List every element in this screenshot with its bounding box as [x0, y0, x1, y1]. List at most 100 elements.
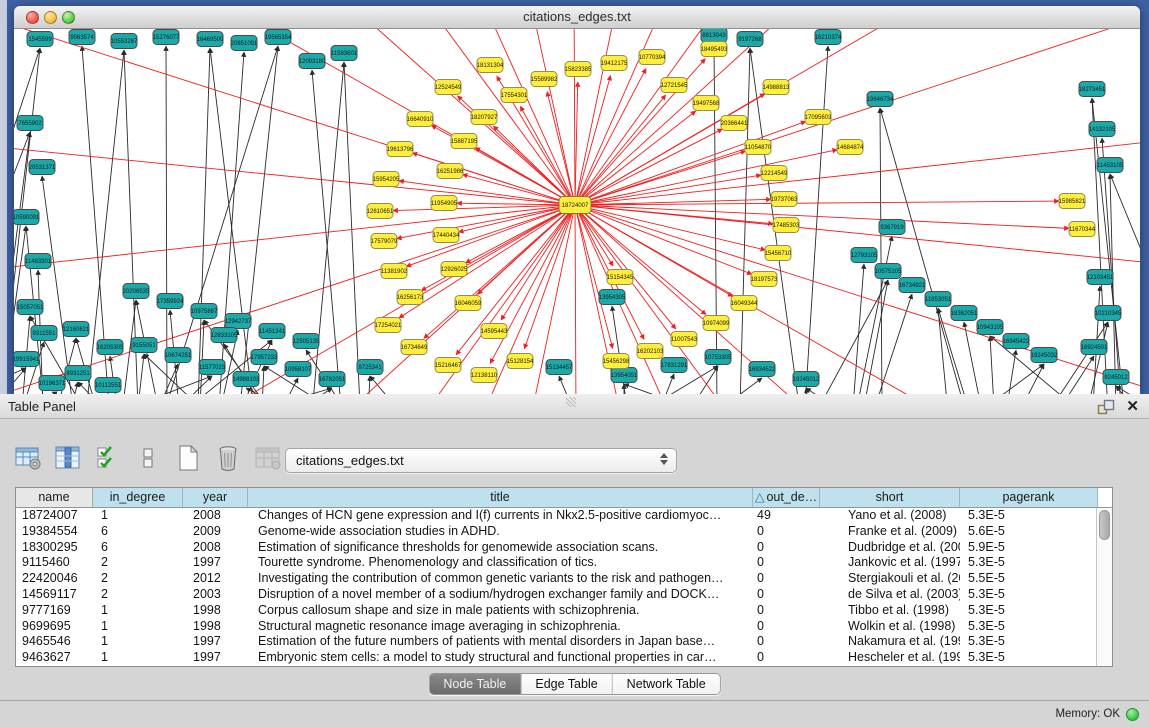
- graph-node[interactable]: 16469500: [197, 32, 224, 47]
- graph-node[interactable]: 16210374: [815, 30, 842, 45]
- graph-node[interactable]: 14988103: [233, 372, 260, 387]
- graph-node[interactable]: 16945422: [1003, 334, 1030, 349]
- graph-edge[interactable]: [853, 264, 864, 394]
- table-cell[interactable]: 0: [753, 587, 820, 603]
- graph-edge[interactable]: [459, 205, 575, 232]
- table-cell[interactable]: 1997: [183, 555, 248, 571]
- table-cell[interactable]: 0: [753, 555, 820, 571]
- graph-node[interactable]: 15128154: [507, 354, 534, 369]
- table-cell[interactable]: Dudbridge et al. (2008): [820, 540, 960, 556]
- graph-node[interactable]: 12926025: [441, 262, 468, 277]
- graph-node[interactable]: 15154345: [607, 270, 634, 285]
- graph-node[interactable]: 15985821: [1059, 194, 1086, 209]
- show-columns-icon[interactable]: [52, 443, 83, 474]
- graph-node[interactable]: 10958107: [285, 362, 312, 377]
- graph-node[interactable]: 19737063: [771, 192, 798, 207]
- graph-edge[interactable]: [575, 94, 765, 205]
- graph-node[interactable]: 18273451: [1079, 82, 1106, 97]
- table-cell[interactable]: 1: [93, 634, 183, 650]
- graph-edge[interactable]: [42, 176, 73, 394]
- graph-edge[interactable]: [575, 205, 676, 329]
- table-cell[interactable]: 19384554: [16, 524, 93, 540]
- table-cell[interactable]: 1: [93, 508, 183, 524]
- graph-node[interactable]: 11583601: [331, 46, 358, 61]
- graph-node[interactable]: 10770394: [639, 50, 666, 65]
- table-cell[interactable]: Stergiakouli et al. (2012): [820, 571, 960, 587]
- tab-node-table[interactable]: Node Table: [429, 674, 521, 694]
- table-row[interactable]: 946554611997Estimation of the future num…: [16, 634, 1096, 650]
- graph-node[interactable]: 16734649: [401, 340, 428, 355]
- table-row[interactable]: 977716911998Corpus callosum shape and si…: [16, 603, 1096, 619]
- graph-node[interactable]: 11381902: [381, 264, 408, 279]
- graph-edge[interactable]: [575, 205, 706, 315]
- graph-node[interactable]: 11577023: [199, 360, 226, 375]
- graph-node[interactable]: 10196371: [39, 376, 66, 391]
- graph-node[interactable]: 11453105: [1097, 158, 1124, 173]
- graph-node[interactable]: 10210345: [1095, 306, 1122, 321]
- graph-node[interactable]: 10943105: [977, 320, 1004, 335]
- graph-edge[interactable]: [575, 205, 613, 266]
- table-cell[interactable]: 0: [753, 540, 820, 556]
- table-cell[interactable]: Embryonic stem cells: a model to study s…: [248, 650, 753, 666]
- graph-node[interactable]: 17359924: [157, 294, 184, 309]
- graph-node[interactable]: 17579079: [371, 234, 398, 249]
- graph-node[interactable]: 9197268: [737, 32, 763, 47]
- graph-node[interactable]: 10753305: [705, 350, 732, 365]
- graph-edge[interactable]: [938, 308, 948, 394]
- graph-edge[interactable]: [624, 384, 704, 394]
- graph-edge[interactable]: [399, 181, 575, 205]
- table-cell[interactable]: 2009: [183, 524, 248, 540]
- table-cell[interactable]: Corpus callosum shape and size in male p…: [248, 603, 753, 619]
- table-cell[interactable]: 2003: [183, 587, 248, 603]
- table-cell[interactable]: 6: [93, 540, 183, 556]
- graph-node[interactable]: 18197573: [751, 272, 778, 287]
- table-cell[interactable]: 5.3E-5: [960, 619, 1096, 635]
- table-cell[interactable]: 1998: [183, 619, 248, 635]
- table-cell[interactable]: Genome-wide association studies in ADHD.: [248, 524, 753, 540]
- graph-node[interactable]: 11853051: [925, 292, 952, 307]
- network-window-titlebar[interactable]: citations_edges.txt: [14, 6, 1140, 29]
- table-cell[interactable]: 5.3E-5: [960, 603, 1096, 619]
- graph-node[interactable]: 13954051: [611, 368, 638, 383]
- table-cell[interactable]: 6: [93, 524, 183, 540]
- graph-node[interactable]: 9367919: [879, 220, 905, 235]
- table-cell[interactable]: 9465546: [16, 634, 93, 650]
- graph-edge[interactable]: [1007, 350, 1016, 394]
- graph-node[interactable]: 15954205: [373, 172, 400, 187]
- table-cell[interactable]: 49: [753, 508, 820, 524]
- graph-node[interactable]: 15276077: [153, 30, 180, 45]
- graph-edge[interactable]: [138, 354, 144, 394]
- table-cell[interactable]: 0: [753, 603, 820, 619]
- graph-node[interactable]: 17957233: [251, 350, 278, 365]
- column-header-pagerank[interactable]: pagerank: [960, 488, 1098, 507]
- graph-node[interactable]: 12942737: [225, 314, 252, 329]
- graph-node[interactable]: 12505135: [293, 334, 320, 349]
- table-cell[interactable]: 0: [753, 619, 820, 635]
- graph-node[interactable]: 16256173: [397, 290, 424, 305]
- graph-node[interactable]: 19245032: [1031, 348, 1058, 363]
- graph-node[interactable]: 19565354: [265, 30, 292, 45]
- zoom-window-button[interactable]: [62, 11, 75, 24]
- graph-node[interactable]: 16049344: [731, 296, 758, 311]
- select-all-icon[interactable]: [92, 443, 123, 474]
- graph-edge[interactable]: [547, 92, 575, 205]
- graph-node[interactable]: 1545599: [27, 32, 53, 47]
- graph-node[interactable]: 15456710: [765, 246, 792, 261]
- table-cell[interactable]: 0: [753, 634, 820, 650]
- graph-node[interactable]: 18724007: [559, 197, 591, 214]
- table-cell[interactable]: 18300295: [16, 540, 93, 556]
- graph-edge[interactable]: [990, 336, 994, 394]
- column-header-name[interactable]: name: [16, 488, 93, 507]
- table-cell[interactable]: 5.9E-5: [960, 540, 1096, 556]
- graph-node[interactable]: 12610651: [367, 204, 394, 219]
- table-row[interactable]: 969969511998Structural magnetic resonanc…: [16, 619, 1096, 635]
- graph-node[interactable]: 16934522: [749, 362, 776, 377]
- column-header-out-degree[interactable]: △out_de…: [753, 488, 820, 507]
- graph-node[interactable]: 17831291: [661, 358, 688, 373]
- graph-node[interactable]: 15216467: [435, 358, 462, 373]
- graph-node[interactable]: 10590091: [14, 210, 40, 225]
- graph-node[interactable]: 19613796: [387, 142, 414, 157]
- graph-edge[interactable]: [14, 65, 575, 205]
- column-header-short[interactable]: short: [820, 488, 960, 507]
- panel-resize-grip[interactable]: [566, 397, 576, 407]
